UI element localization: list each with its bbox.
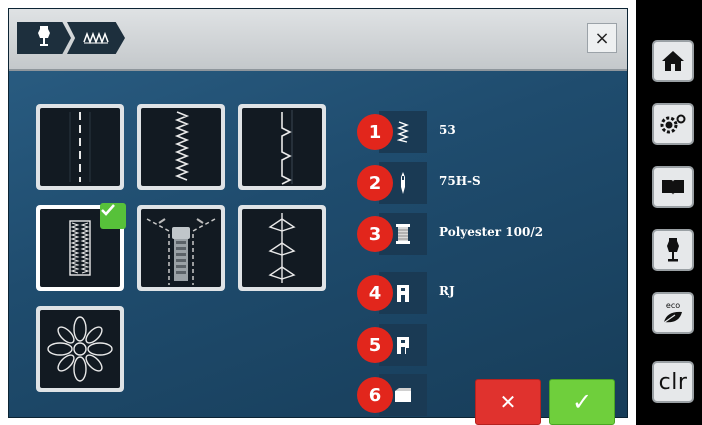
sidebar-tutorial-button[interactable]	[652, 166, 694, 208]
stitch-pattern-icon	[83, 29, 109, 48]
sidebar-eco-button[interactable]: eco	[652, 292, 694, 334]
sewing-consultant-screen: × 1 53 2 75H-S 3 Polyester 100/2 4 RJ 5 …	[8, 8, 628, 425]
tile-decorative-stitch[interactable]	[238, 205, 326, 291]
needle-type: 75H-S	[439, 174, 481, 188]
stitch-icon	[397, 121, 409, 143]
needle-icon	[401, 172, 405, 194]
blind-hem-icon	[281, 110, 293, 185]
step-badge: 1	[357, 114, 393, 150]
step-badge: 6	[357, 377, 393, 413]
presser-foot-alt-icon	[397, 337, 409, 354]
recommendation-needle[interactable]: 2 75H-S	[357, 162, 607, 204]
close-button[interactable]: ×	[587, 23, 617, 53]
settings-icon	[660, 114, 686, 134]
presser-foot-type: RJ	[439, 284, 455, 298]
straight-stitch-icon	[69, 112, 91, 182]
thread-type: Polyester 100/2	[439, 225, 544, 239]
sidebar-clear-button[interactable]: clr	[652, 361, 694, 403]
breadcrumb-home[interactable]	[17, 22, 71, 54]
eco-leaf-icon: eco	[661, 301, 682, 325]
tile-embroidery-flower[interactable]	[36, 306, 124, 392]
svg-text:eco: eco	[666, 301, 680, 310]
dress-form-icon	[667, 238, 679, 262]
cancel-icon: ✕	[499, 390, 517, 414]
tile-straight-seam[interactable]	[36, 104, 124, 190]
tile-buttonhole[interactable]	[36, 203, 126, 291]
recommendation-thread[interactable]: 3 Polyester 100/2	[357, 213, 607, 255]
book-icon	[662, 180, 684, 195]
decorative-stitch-icon	[268, 213, 296, 283]
tile-zipper[interactable]	[137, 205, 225, 291]
sidebar-sewing-consultant-button[interactable]	[652, 229, 694, 271]
tile-zigzag-seam[interactable]	[137, 104, 225, 190]
confirm-icon: ✓	[571, 388, 593, 416]
selected-check-icon	[100, 203, 126, 229]
step-badge: 5	[357, 327, 393, 363]
step-badge: 3	[357, 216, 393, 252]
recommendation-presser-foot[interactable]: 4 RJ	[357, 272, 607, 314]
presser-foot-icon	[397, 285, 409, 302]
stitch-number: 53	[439, 123, 456, 137]
flower-icon	[47, 316, 113, 382]
recommendation-stitch[interactable]: 1 53	[357, 111, 607, 153]
stabilizer-icon	[395, 388, 411, 402]
header-bar: ×	[9, 9, 627, 71]
step-badge: 2	[357, 165, 393, 201]
cancel-button[interactable]: ✕	[475, 379, 541, 425]
close-icon: ×	[594, 27, 610, 49]
sidebar-settings-button[interactable]	[652, 103, 694, 145]
thread-spool-icon	[396, 224, 410, 244]
home-icon	[662, 51, 684, 71]
breadcrumb-stitch[interactable]	[67, 22, 125, 54]
confirm-button[interactable]: ✓	[549, 379, 615, 425]
dress-form-icon	[37, 26, 51, 50]
zipper-icon	[146, 218, 216, 285]
clear-label: clr	[658, 369, 688, 395]
step-badge: 4	[357, 275, 393, 311]
sidebar-home-button[interactable]	[652, 40, 694, 82]
recommendation-foot-alt[interactable]: 5	[357, 324, 607, 366]
tile-blind-hem[interactable]	[238, 104, 326, 190]
sidebar: eco clr	[636, 0, 702, 425]
zigzag-stitch-icon	[174, 111, 190, 181]
